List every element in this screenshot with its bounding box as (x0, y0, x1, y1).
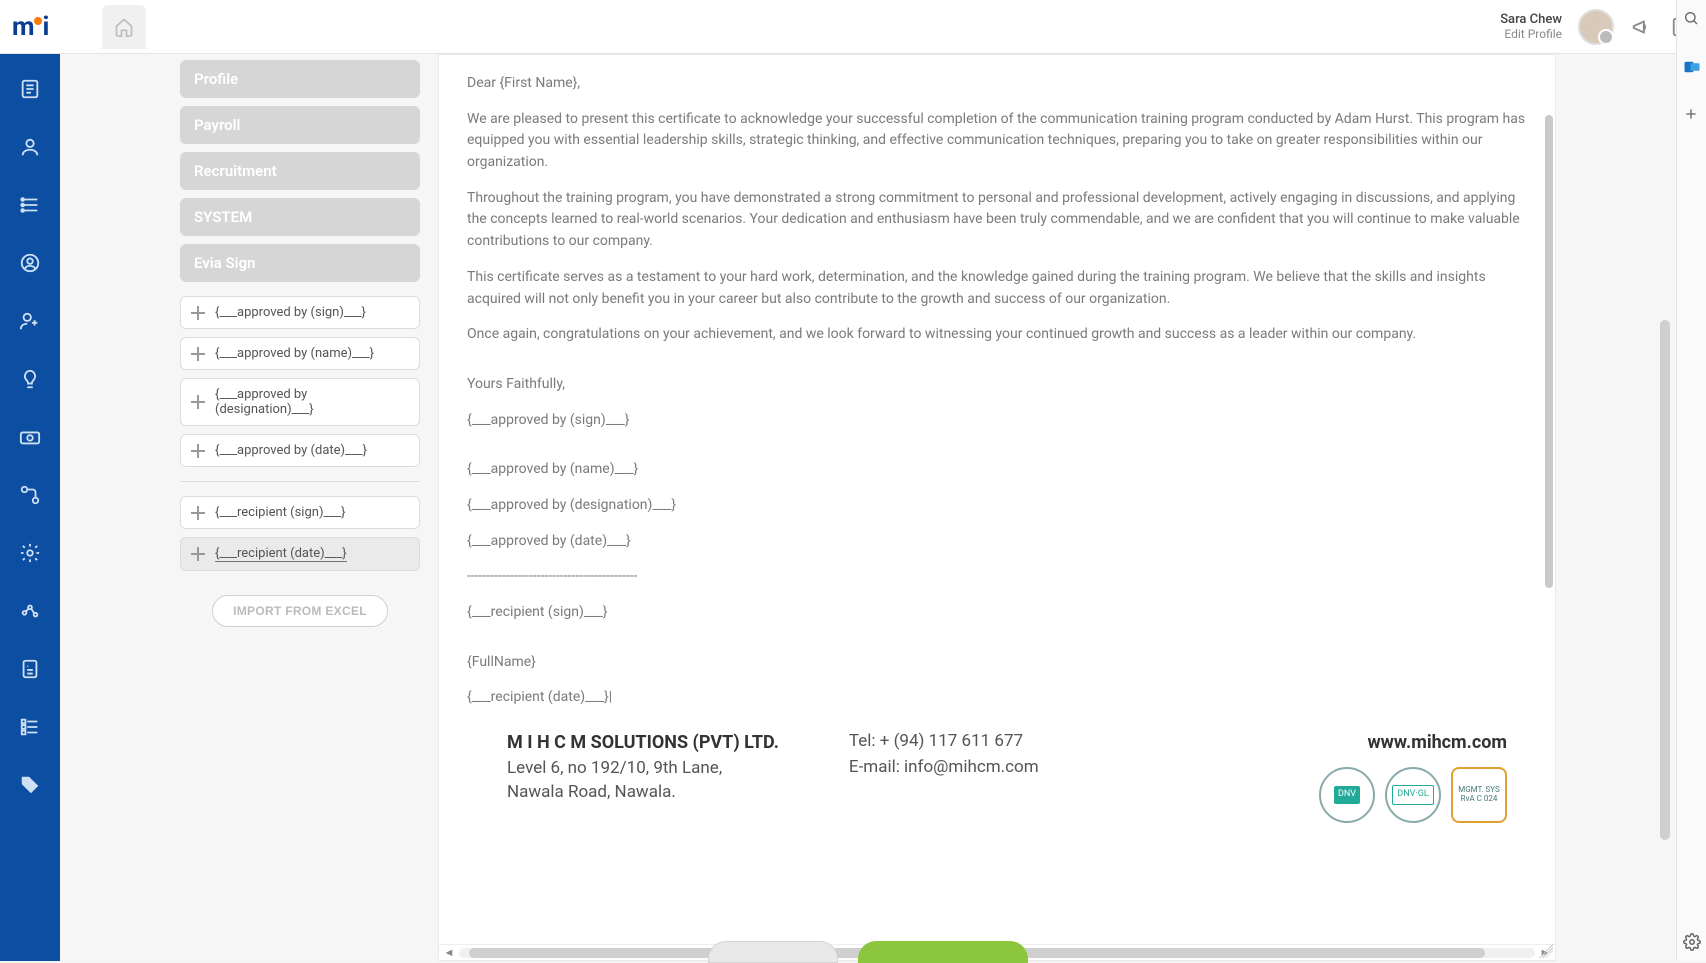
top-bar: mi Sara Chew Edit Profile (0, 0, 1706, 54)
secondary-action-button[interactable] (708, 941, 838, 963)
nav-org-icon[interactable] (15, 190, 45, 220)
nav-people-icon[interactable] (15, 132, 45, 162)
user-block[interactable]: Sara Chew Edit Profile (1500, 12, 1562, 41)
search-icon[interactable] (1683, 10, 1701, 28)
nav-payroll-icon[interactable] (15, 422, 45, 452)
doc-closing: Yours Faithfully, (467, 374, 1527, 396)
left-nav (0, 54, 60, 961)
editor-vertical-scrollbar[interactable] (1545, 115, 1553, 904)
field-approved-name[interactable]: {___approved by (name)___} (180, 337, 420, 370)
drag-icon (191, 306, 205, 320)
avatar[interactable] (1578, 9, 1614, 45)
document-editor: Dear {First Name}, We are pleased to pre… (438, 54, 1556, 961)
field-approved-designation[interactable]: {___approved by (designation)___} (180, 378, 420, 426)
field-label: {___approved by (designation)___} (215, 387, 409, 417)
nav-recruit-icon[interactable] (15, 306, 45, 336)
field-label: {___recipient (date)___} (215, 546, 347, 562)
dnv-badge-icon: DNV (1319, 767, 1375, 823)
drag-icon (191, 395, 205, 409)
doc-fullname: {FullName} (467, 652, 1527, 674)
announcement-icon[interactable] (1630, 15, 1654, 39)
nav-tasks-icon[interactable] (15, 712, 45, 742)
drag-icon (191, 506, 205, 520)
field-recipient-date[interactable]: {___recipient (date)___} (180, 537, 420, 571)
accordion-profile[interactable]: Profile (180, 60, 420, 98)
user-name: Sara Chew (1500, 12, 1562, 27)
doc-para: Throughout the training program, you hav… (467, 188, 1527, 253)
field-label: {___approved by (date)___} (215, 443, 367, 458)
settings-icon[interactable] (1683, 933, 1701, 951)
drag-icon (191, 444, 205, 458)
resize-grip-icon[interactable] (1539, 944, 1553, 958)
nav-idea-icon[interactable] (15, 364, 45, 394)
accordion-payroll[interactable]: Payroll (180, 106, 420, 144)
nav-flow-icon[interactable] (15, 480, 45, 510)
nav-chart-icon[interactable] (15, 596, 45, 626)
drag-icon (191, 547, 205, 561)
cert-badges: DNV DNV·GL MGMT. SYSRvA C 024 (1319, 767, 1507, 823)
field-recipient-sign[interactable]: {___recipient (sign)___} (180, 496, 420, 529)
main-area: Profile Payroll Recruitment SYSTEM Evia … (60, 54, 1676, 961)
accordion-recruitment[interactable]: Recruitment (180, 152, 420, 190)
editor-content[interactable]: Dear {First Name}, We are pleased to pre… (439, 55, 1555, 837)
page-vertical-scrollbar[interactable] (1660, 320, 1670, 840)
token-approved-date: {___approved by (date)___} (467, 531, 1527, 553)
accordion-evia-sign[interactable]: Evia Sign (180, 244, 420, 282)
home-icon (114, 17, 134, 37)
add-icon[interactable] (1683, 106, 1701, 124)
footer-tel: Tel: + (94) 117 611 677 (849, 729, 1039, 755)
token-approved-name: {___approved by (name)___} (467, 459, 1527, 481)
token-recipient-sign: {___recipient (sign)___} (467, 602, 1527, 624)
footer-company: M I H C M SOLUTIONS (PVT) LTD. (507, 729, 779, 757)
home-tab[interactable] (102, 5, 146, 49)
field-divider (180, 481, 420, 482)
token-approved-sign: {___approved by (sign)___} (467, 410, 1527, 432)
dnvgl-badge-icon: DNV·GL (1385, 767, 1441, 823)
footer-addr2: Nawala Road, Nawala. (507, 781, 779, 805)
separator: ----------------------------------------… (467, 566, 1527, 588)
outlook-icon[interactable] (1683, 58, 1701, 76)
doc-para: This certificate serves as a testament t… (467, 267, 1527, 310)
doc-para: We are pleased to present this certifica… (467, 109, 1527, 174)
field-approved-date[interactable]: {___approved by (date)___} (180, 434, 420, 467)
nav-user-icon[interactable] (15, 248, 45, 278)
field-side-panel: Profile Payroll Recruitment SYSTEM Evia … (180, 54, 420, 961)
field-label: {___approved by (sign)___} (215, 305, 366, 320)
doc-para: Once again, congratulations on your achi… (467, 324, 1527, 346)
app-logo: mi (12, 9, 72, 45)
footer-addr1: Level 6, no 192/10, 9th Lane, (507, 757, 779, 781)
field-label: {___approved by (name)___} (215, 346, 374, 361)
token-recipient-date: {___recipient (date)___}| (467, 687, 1527, 709)
bottom-actions (708, 941, 1028, 963)
import-from-excel-button[interactable]: IMPORT FROM EXCEL (212, 595, 388, 627)
evia-field-list: {___approved by (sign)___} {___approved … (180, 290, 420, 581)
edit-profile-link[interactable]: Edit Profile (1500, 27, 1562, 41)
nav-gear-icon[interactable] (15, 538, 45, 568)
nav-document-icon[interactable] (15, 74, 45, 104)
token-approved-designation: {___approved by (designation)___} (467, 495, 1527, 517)
drag-icon (191, 347, 205, 361)
footer-web: www.mihcm.com (1319, 729, 1507, 757)
nav-cv-icon[interactable] (15, 654, 45, 684)
primary-action-button[interactable] (858, 941, 1028, 963)
document-footer: M I H C M SOLUTIONS (PVT) LTD. Level 6, … (467, 723, 1527, 827)
scroll-left-icon[interactable]: ◄ (443, 946, 455, 959)
rva-badge-icon: MGMT. SYSRvA C 024 (1451, 767, 1507, 823)
right-utility-strip (1676, 0, 1706, 961)
doc-greeting: Dear {First Name}, (467, 73, 1527, 95)
accordion-system[interactable]: SYSTEM (180, 198, 420, 236)
field-approved-sign[interactable]: {___approved by (sign)___} (180, 296, 420, 329)
nav-tag-icon[interactable] (15, 770, 45, 800)
field-label: {___recipient (sign)___} (215, 505, 345, 520)
footer-email: E-mail: info@mihcm.com (849, 755, 1039, 781)
